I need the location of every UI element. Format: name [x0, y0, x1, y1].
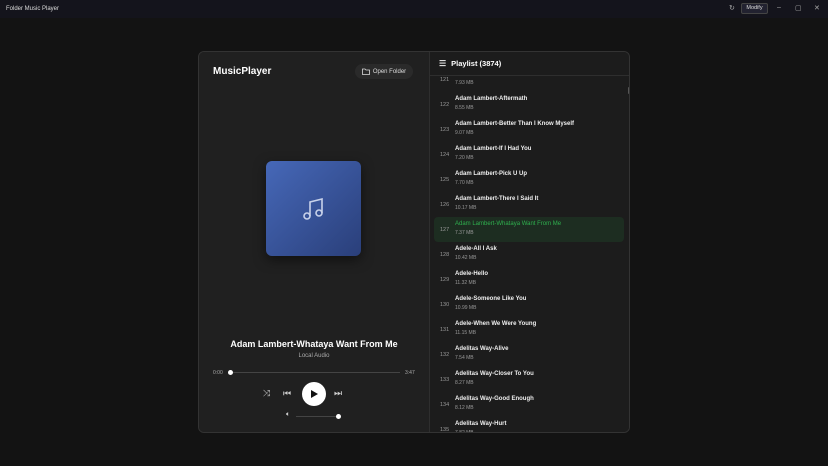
playlist: 121 7.93 MB 122 Adam Lambert-Aftermath 8.55 …: [430, 76, 628, 433]
track-title: Adele-Someone Like You: [455, 296, 527, 302]
seek-handle[interactable]: [228, 370, 233, 375]
track-title: Adam Lambert-Pick U Up: [455, 171, 528, 177]
playlist-item[interactable]: 135 Adelitas Way-Hurt 7.82 MB: [434, 417, 624, 433]
volume-handle[interactable]: [336, 414, 341, 419]
next-button[interactable]: ⏭: [334, 388, 342, 399]
playlist-item[interactable]: 122 Adam Lambert-Aftermath 8.55 MB: [434, 92, 624, 117]
track-size: 7.20 MB: [455, 155, 474, 161]
elapsed-time: 0:00: [213, 370, 223, 376]
track-number: 123: [440, 127, 450, 133]
track-number: 124: [440, 152, 450, 158]
song-title: Adam Lambert-Whataya Want From Me: [230, 339, 398, 349]
track-size: 11.15 MB: [455, 330, 477, 336]
maximize-button[interactable]: ▢: [795, 4, 802, 12]
open-folder-label: Open Folder: [372, 68, 407, 75]
minimize-button[interactable]: –: [777, 4, 781, 11]
track-size: 7.37 MB: [455, 230, 474, 236]
track-number: 130: [440, 302, 450, 308]
track-number: 133: [440, 377, 450, 383]
track-number: 121: [440, 77, 450, 83]
duration: 3:47: [405, 370, 415, 376]
track-title: Adam Lambert-Better Than I Know Myself: [455, 121, 575, 127]
previous-button[interactable]: ⏮: [283, 388, 291, 399]
track-number: 135: [440, 427, 450, 433]
track-number: 132: [440, 352, 450, 358]
track-size: 10.17 MB: [455, 205, 477, 211]
track-title: Adam Lambert-Aftermath: [455, 96, 528, 102]
playlist-item[interactable]: 125 Adam Lambert-Pick U Up 7.70 MB: [434, 167, 624, 192]
play-button[interactable]: [302, 382, 326, 406]
track-size: 8.55 MB: [455, 105, 474, 111]
track-title: Adele-Hello: [455, 271, 489, 277]
app-brand: MusicPlayer: [213, 66, 272, 77]
track-number: 125: [440, 177, 450, 183]
track-size: 10.99 MB: [455, 305, 477, 311]
track-size: 7.93 MB: [455, 80, 474, 86]
seek-bar[interactable]: [230, 372, 400, 373]
refresh-icon[interactable]: ↻: [729, 4, 735, 12]
track-size: 7.54 MB: [455, 355, 474, 361]
playlist-item[interactable]: 132 Adelitas Way-Alive 7.54 MB: [434, 342, 624, 367]
track-number: 129: [440, 277, 450, 283]
playlist-item[interactable]: 134 Adelitas Way-Good Enough 8.12 MB: [434, 392, 624, 417]
track-size: 11.32 MB: [455, 280, 477, 286]
play-icon: [311, 390, 318, 398]
playlist-item[interactable]: 130 Adele-Someone Like You 10.99 MB: [434, 292, 624, 317]
track-title: Adele-When We Were Young: [455, 321, 537, 327]
track-title: Adelitas Way-Closer To You: [455, 371, 534, 377]
playlist-header: ☰ Playlist (3874): [430, 52, 629, 76]
music-note-icon: [302, 197, 323, 220]
open-folder-button[interactable]: Open Folder: [355, 64, 413, 79]
playlist-item[interactable]: 127 Adam Lambert-Whataya Want From Me 7.37…: [434, 217, 624, 242]
playlist-item[interactable]: 124 Adam Lambert-If I Had You 7.20 MB: [434, 142, 624, 167]
playlist-title: Playlist (3874): [451, 59, 502, 68]
track-number: 122: [440, 102, 450, 108]
playlist-item[interactable]: 123 Adam Lambert-Better Than I Know Mysel…: [434, 117, 624, 142]
track-size: 7.70 MB: [455, 180, 474, 186]
scrollbar[interactable]: [628, 87, 629, 94]
track-title: Adelitas Way-Hurt: [455, 421, 507, 427]
title-bar: Folder Music Player ↻ Modify – ▢ ✕: [0, 0, 828, 18]
track-title: Adam Lambert-Whataya Want From Me: [455, 221, 562, 227]
modify-button[interactable]: Modify: [741, 3, 768, 14]
volume-slider[interactable]: [296, 416, 338, 417]
shuffle-button[interactable]: ⤨: [263, 388, 270, 399]
track-title: Adam Lambert-If I Had You: [455, 146, 532, 152]
playlist-item[interactable]: 131 Adele-When We Were Young 11.15 MB: [434, 317, 624, 342]
playlist-item[interactable]: 128 Adele-All I Ask 10.42 MB: [434, 242, 624, 267]
track-title: Adele-All I Ask: [455, 246, 497, 252]
playlist-item[interactable]: 129 Adele-Hello 11.32 MB: [434, 267, 624, 292]
song-source: Local Audio: [298, 353, 330, 359]
player-card: MusicPlayer Open Folder Adam Lambert-Wha…: [198, 51, 630, 433]
playlist-item[interactable]: 126 Adam Lambert-There I Said It 10.17 MB: [434, 192, 624, 217]
playlist-item[interactable]: 133 Adelitas Way-Closer To You 8.27 MB: [434, 367, 624, 392]
folder-icon: [361, 68, 370, 75]
playlist-icon: ☰: [439, 59, 447, 68]
now-playing-panel: MusicPlayer Open Folder Adam Lambert-Wha…: [199, 52, 429, 432]
volume-icon[interactable]: 🔈︎: [286, 411, 290, 419]
track-size: 8.12 MB: [455, 405, 474, 411]
track-size: 9.07 MB: [455, 130, 474, 136]
window-title: Folder Music Player: [6, 6, 60, 12]
track-title: Adelitas Way-Alive: [455, 346, 509, 352]
track-number: 131: [440, 327, 450, 333]
track-size: 10.42 MB: [455, 255, 477, 261]
track-title: Adelitas Way-Good Enough: [455, 396, 534, 402]
track-size: 7.82 MB: [455, 430, 474, 433]
album-art: [266, 161, 361, 256]
track-number: 128: [440, 252, 450, 258]
track-number: 127: [440, 227, 450, 233]
track-number: 134: [440, 402, 450, 408]
track-number: 126: [440, 202, 450, 208]
playlist-panel: ☰ Playlist (3874) 121 7.93 MB 122 Adam Lamb…: [429, 52, 629, 433]
close-button[interactable]: ✕: [814, 4, 820, 12]
track-title: Adam Lambert-There I Said It: [455, 196, 539, 202]
track-size: 8.27 MB: [455, 380, 474, 386]
playlist-item[interactable]: 121 7.93 MB: [434, 76, 624, 92]
